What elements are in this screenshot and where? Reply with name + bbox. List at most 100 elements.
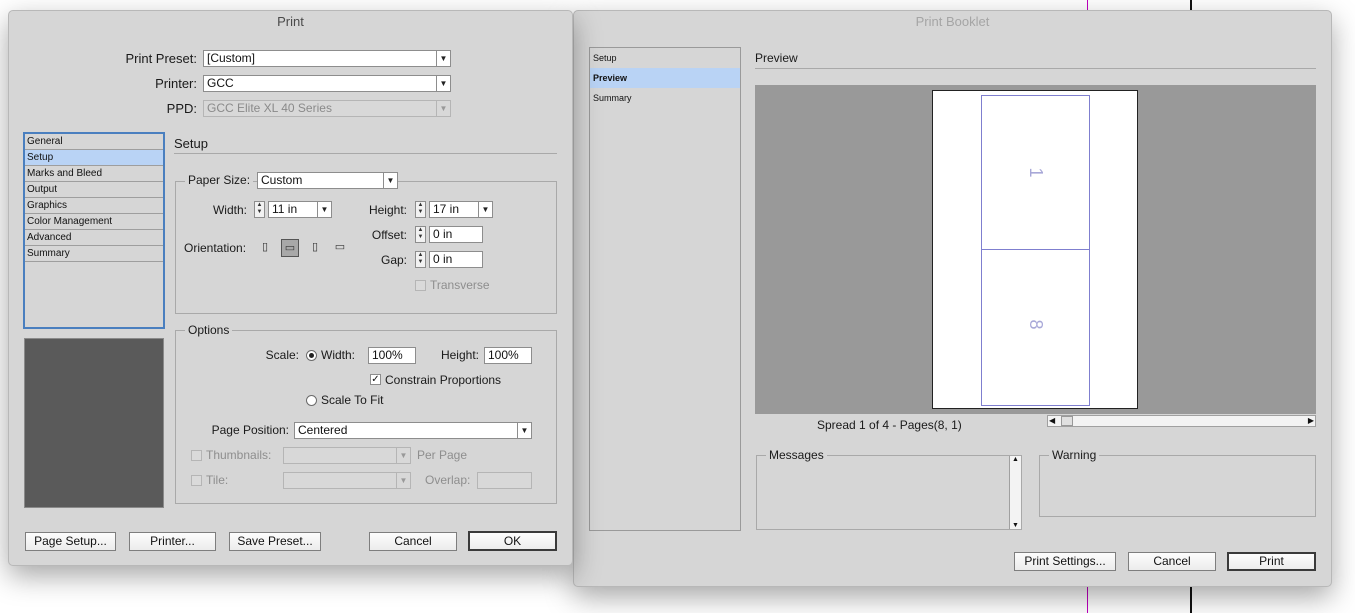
messages-label: Messages: [766, 448, 827, 462]
paper-size-select[interactable]: Custom ▼: [257, 172, 398, 189]
category-color-management[interactable]: Color Management: [25, 214, 163, 230]
scroll-down-arrow-icon[interactable]: ▼: [1012, 522, 1019, 529]
constrain-proportions-checkbox[interactable]: ✓: [370, 374, 381, 385]
section-rule: [174, 153, 557, 154]
transverse-checkbox[interactable]: [415, 280, 426, 291]
per-page-label: Per Page: [417, 448, 468, 462]
messages-scrollbar[interactable]: ▲ ▼: [1009, 456, 1021, 529]
chevron-down-icon: ▼: [383, 173, 397, 188]
width-label: Width:: [212, 203, 247, 217]
dialog-title: Print: [277, 14, 304, 29]
gap-input[interactable]: 0 in: [429, 251, 483, 268]
overlap-label: Overlap:: [425, 473, 471, 487]
page-8-frame: 8: [981, 249, 1090, 406]
gap-stepper[interactable]: ▲ ▼: [415, 251, 426, 268]
tile-label: Tile:: [206, 473, 229, 487]
page-position-select[interactable]: Centered ▼: [294, 422, 532, 439]
ok-button[interactable]: OK: [468, 531, 557, 551]
warning-box: [1039, 455, 1316, 517]
page-number-1: 1: [1026, 167, 1046, 178]
nav-item-summary[interactable]: Summary: [590, 88, 740, 108]
scale-to-fit-radio[interactable]: [306, 395, 317, 406]
category-output[interactable]: Output: [25, 182, 163, 198]
width-select[interactable]: 11 in ▼: [268, 201, 332, 218]
preview-heading: Preview: [755, 51, 798, 65]
print-preset-label: Print Preset:: [125, 51, 197, 66]
ppd-value: GCC Elite XL 40 Series: [207, 101, 332, 115]
save-preset-button[interactable]: Save Preset...: [229, 532, 321, 551]
print-booklet-dialog: Print Booklet Setup Preview Summary Prev…: [573, 10, 1332, 587]
printer-label: Printer:: [155, 76, 197, 91]
width-stepper[interactable]: ▲ ▼: [254, 201, 265, 218]
category-general[interactable]: General: [25, 134, 163, 150]
tile-checkbox[interactable]: [191, 475, 202, 486]
constrain-proportions-label: Constrain Proportions: [385, 373, 502, 387]
print-dialog: Print Print Preset: [Custom] ▼ Printer: …: [8, 10, 573, 566]
gap-label: Gap:: [380, 253, 407, 267]
messages-box: ▲ ▼: [756, 455, 1022, 530]
heading-rule: [755, 68, 1316, 69]
category-advanced[interactable]: Advanced: [25, 230, 163, 246]
chevron-down-icon: ▼: [436, 76, 450, 91]
printer-select[interactable]: GCC ▼: [203, 75, 451, 92]
reverse-portrait-icon[interactable]: ▯: [306, 239, 324, 257]
scale-height-input[interactable]: 100%: [484, 347, 532, 364]
spread-scrollbar[interactable]: ◀ ▶: [1047, 415, 1316, 427]
scale-to-fit-label: Scale To Fit: [321, 393, 384, 407]
nav-item-preview[interactable]: Preview: [590, 68, 740, 88]
printer-button[interactable]: Printer...: [129, 532, 216, 551]
ppd-label: PPD:: [166, 101, 197, 116]
category-list: General Setup Marks and Bleed Output Gra…: [23, 132, 165, 329]
height-select[interactable]: 17 in ▼: [429, 201, 493, 218]
reverse-landscape-icon[interactable]: ▭: [331, 239, 349, 257]
print-button[interactable]: Print: [1227, 552, 1316, 571]
warning-label: Warning: [1049, 448, 1100, 462]
category-graphics[interactable]: Graphics: [25, 198, 163, 214]
category-summary[interactable]: Summary: [25, 246, 163, 262]
print-settings-button[interactable]: Print Settings...: [1014, 552, 1116, 571]
chevron-down-icon: ▼: [396, 448, 410, 463]
printer-value: GCC: [207, 76, 234, 90]
thumbnails-label: Thumbnails:: [206, 448, 272, 462]
paper-size-value: Custom: [261, 173, 303, 187]
scale-height-label: Height:: [440, 348, 479, 362]
scale-width-radio[interactable]: [306, 350, 317, 361]
landscape-icon[interactable]: ▭: [281, 239, 299, 257]
cancel-button[interactable]: Cancel: [369, 532, 457, 551]
scale-width-input[interactable]: 100%: [368, 347, 416, 364]
chevron-down-icon: ▼: [478, 202, 492, 217]
scroll-thumb[interactable]: [1061, 416, 1073, 426]
offset-label: Offset:: [371, 228, 407, 242]
chevron-down-icon: ▼: [317, 202, 331, 217]
thumbnails-checkbox[interactable]: [191, 450, 202, 461]
scroll-left-arrow-icon[interactable]: ◀: [1049, 416, 1055, 426]
page-position-label: Page Position:: [211, 423, 289, 437]
print-preset-select[interactable]: [Custom] ▼: [203, 50, 451, 67]
nav-item-setup[interactable]: Setup: [590, 48, 740, 68]
category-marks-and-bleed[interactable]: Marks and Bleed: [25, 166, 163, 182]
chevron-down-icon: ▼: [436, 51, 450, 66]
paper-size-label: Paper Size:: [185, 173, 254, 187]
portrait-icon[interactable]: ▯: [256, 239, 274, 257]
transverse-label: Transverse: [430, 278, 490, 292]
page-number-8: 8: [1026, 319, 1046, 330]
chevron-down-icon: ▼: [436, 101, 450, 116]
page-position-value: Centered: [298, 423, 348, 437]
scroll-up-arrow-icon[interactable]: ▲: [1012, 456, 1019, 463]
page-setup-button[interactable]: Page Setup...: [25, 532, 116, 551]
section-title: Setup: [174, 136, 208, 151]
page-preview-thumbnail: [24, 338, 164, 508]
height-stepper[interactable]: ▲ ▼: [415, 201, 426, 218]
category-setup[interactable]: Setup: [25, 150, 163, 166]
dialog-title: Print Booklet: [915, 14, 990, 29]
offset-input[interactable]: 0 in: [429, 226, 483, 243]
booklet-cancel-button[interactable]: Cancel: [1128, 552, 1216, 571]
scroll-right-arrow-icon[interactable]: ▶: [1308, 416, 1314, 426]
print-preset-value: [Custom]: [207, 51, 256, 65]
chevron-down-icon: ▼: [517, 423, 531, 438]
preview-area: 1 8: [755, 85, 1316, 414]
overlap-input: [477, 472, 532, 489]
ppd-select: GCC Elite XL 40 Series ▼: [203, 100, 451, 117]
width-value: 11 in: [272, 202, 298, 216]
offset-stepper[interactable]: ▲ ▼: [415, 226, 426, 243]
